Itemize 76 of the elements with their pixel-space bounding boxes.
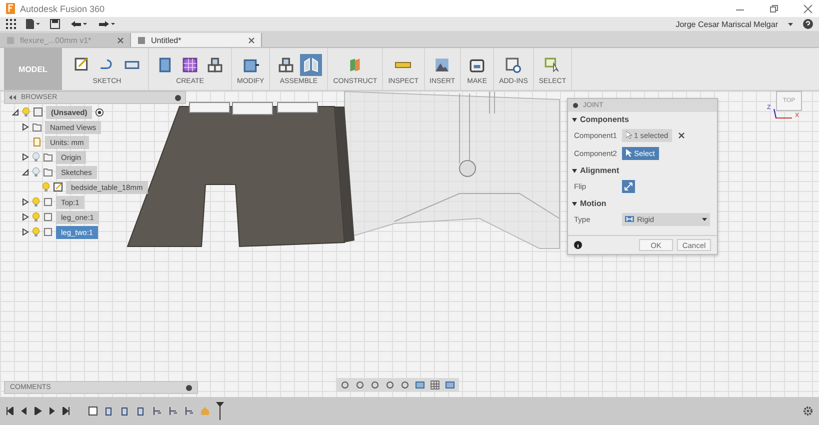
printer-icon	[469, 56, 486, 72]
help-icon[interactable]	[803, 19, 813, 29]
collapse-triangle-icon[interactable]	[572, 118, 577, 122]
section-heading[interactable]: Components	[580, 115, 629, 124]
tool-button[interactable]	[300, 54, 322, 76]
lightbulb-icon[interactable]	[42, 182, 50, 192]
grid-icon	[182, 56, 198, 72]
redo-icon[interactable]	[98, 19, 116, 29]
section-heading[interactable]: Alignment	[580, 166, 620, 175]
joint-icon[interactable]	[168, 406, 178, 416]
expand-triangle-icon[interactable]	[22, 123, 29, 131]
box-icon	[157, 56, 173, 72]
playback-first-icon[interactable]	[6, 407, 14, 415]
collapse-triangle-icon[interactable]	[572, 168, 577, 172]
collapse-triangle-icon[interactable]	[22, 168, 29, 176]
app-grid-icon[interactable]	[6, 19, 16, 29]
close-icon[interactable]	[803, 4, 813, 14]
settings-icon[interactable]	[803, 406, 813, 416]
component-icon	[33, 107, 43, 117]
collapse-triangle-icon[interactable]	[12, 108, 19, 116]
joint-icon	[303, 56, 320, 72]
window-title: Autodesk Fusion 360	[20, 4, 106, 14]
cube-icon	[242, 56, 259, 72]
expand-triangle-icon[interactable]	[22, 153, 29, 161]
circle-icon[interactable]	[186, 384, 192, 390]
sketch-icon	[74, 56, 90, 72]
circle-icon	[573, 103, 578, 108]
monitor-icon[interactable]	[415, 380, 425, 390]
ruler-icon	[395, 62, 412, 68]
axis-icon	[772, 108, 794, 120]
flip-button[interactable]	[622, 180, 635, 192]
playback-last-icon[interactable]	[62, 407, 70, 415]
collapse-icon[interactable]	[9, 95, 16, 100]
app-logo-icon	[6, 3, 15, 14]
rigid-joint-icon	[625, 216, 634, 222]
document-icon	[137, 36, 146, 44]
joint-icon[interactable]	[184, 406, 194, 416]
caret-icon	[702, 218, 707, 220]
diagonal-arrows-icon	[624, 182, 633, 190]
document-tab[interactable]: Untitled*	[131, 33, 262, 47]
save-icon[interactable]	[50, 19, 60, 29]
section-heading[interactable]: Motion	[580, 199, 606, 208]
layout-icon[interactable]	[445, 380, 455, 390]
expand-triangle-icon[interactable]	[22, 228, 29, 236]
playback-next-icon[interactable]	[48, 407, 56, 415]
sketch-icon[interactable]	[88, 406, 98, 416]
expand-triangle-icon[interactable]	[22, 198, 29, 206]
close-icon[interactable]	[117, 36, 124, 44]
cursor-icon	[626, 131, 632, 139]
close-icon[interactable]	[678, 132, 686, 138]
undo-icon[interactable]	[70, 19, 88, 29]
blocks-icon	[278, 56, 294, 72]
file-icon[interactable]	[26, 19, 40, 29]
folder-icon	[32, 122, 42, 132]
script-icon	[505, 56, 522, 72]
blocks-icon	[207, 56, 223, 72]
select-icon	[544, 56, 560, 72]
joint-icon[interactable]	[152, 406, 162, 416]
grid-icon[interactable]	[430, 380, 440, 390]
radio-icon[interactable]	[95, 108, 104, 116]
info-icon[interactable]	[574, 241, 582, 249]
circle-icon[interactable]	[175, 94, 181, 100]
document-icon	[6, 36, 15, 44]
document-icon	[32, 137, 42, 147]
restore-icon[interactable]	[769, 4, 779, 14]
expand-triangle-icon[interactable]	[22, 213, 29, 221]
image-icon	[434, 56, 450, 72]
playback-prev-icon[interactable]	[20, 407, 28, 415]
sketch-icon	[53, 182, 63, 192]
playback-play-icon[interactable]	[34, 407, 42, 415]
caret-icon	[788, 22, 793, 26]
timeline-marker-icon[interactable]	[216, 402, 224, 420]
cursor-icon	[626, 149, 632, 157]
user-name[interactable]: Jorge Cesar Mariscal Melgar	[676, 20, 778, 28]
collapse-triangle-icon[interactable]	[572, 202, 577, 206]
close-icon[interactable]	[248, 36, 255, 44]
